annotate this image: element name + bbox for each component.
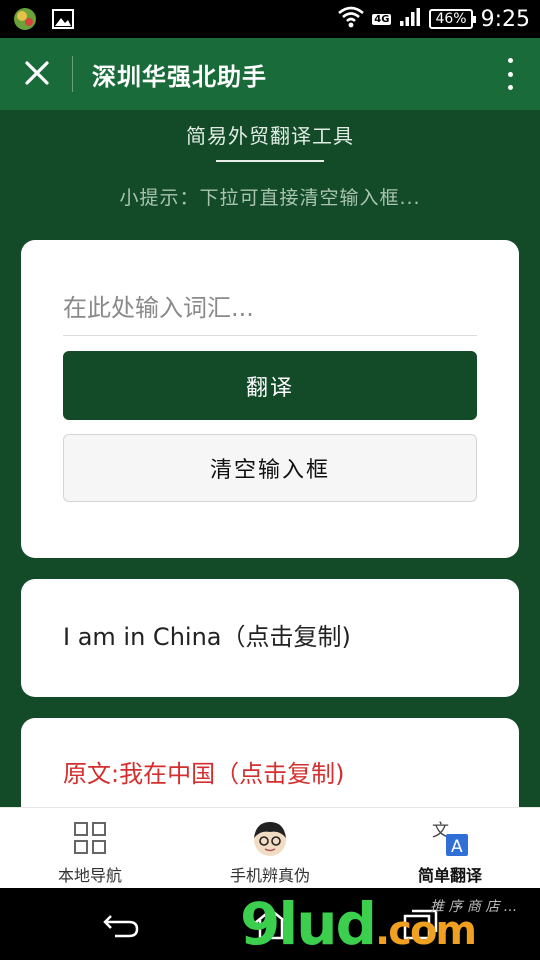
nav-item-phone-verify[interactable]: 手机辨真伪: [180, 808, 360, 888]
nav-item-local-navigation[interactable]: 本地导航: [0, 808, 180, 888]
original-text-card[interactable]: 原文:我在中国（点击复制): [21, 718, 519, 807]
word-input[interactable]: [63, 280, 477, 336]
more-dot: [507, 71, 513, 77]
svg-text:A: A: [451, 837, 463, 857]
nav-item-simple-translate[interactable]: 文A 简单翻译: [360, 808, 540, 888]
bottom-navigation: 本地导航 手机辨真伪 文A 简单翻译: [0, 807, 540, 888]
translate-icon: 文A: [430, 818, 470, 858]
back-button[interactable]: [96, 904, 146, 944]
nav-label-local-navigation: 本地导航: [57, 866, 122, 885]
signal-icon: [399, 7, 421, 31]
page-title: 深圳华强北助手: [92, 63, 267, 91]
face-avatar-icon: [250, 818, 290, 858]
tool-heading: 简易外贸翻译工具: [186, 124, 354, 148]
header-divider: [72, 56, 73, 92]
network-type-badge: 4G: [372, 13, 392, 25]
nav-label-simple-translate: 简单翻译: [417, 866, 482, 885]
app-header: 深圳华强北助手: [0, 38, 540, 110]
watermark-brand: 9lud: [240, 890, 377, 958]
more-options-button[interactable]: [498, 54, 522, 94]
status-notifications: [12, 6, 74, 36]
translation-result-text[interactable]: I am in China（点击复制): [63, 617, 351, 652]
main-content[interactable]: 简易外贸翻译工具 小提示：下拉可直接清空输入框... 翻译 清空输入框 I am…: [0, 110, 540, 807]
translate-button[interactable]: 翻译: [63, 351, 477, 420]
app-notification-icon: [12, 6, 38, 36]
tip-text: 小提示：下拉可直接清空输入框...: [119, 187, 421, 209]
watermark-caption: 推 序 商 店 ...: [430, 899, 518, 915]
status-indicators: 4G 46% 9:25: [338, 4, 530, 34]
wifi-icon: [338, 6, 365, 32]
nav-label-phone-verify: 手机辨真伪: [229, 866, 310, 885]
status-time: 9:25: [480, 6, 530, 32]
image-notification-icon: [52, 9, 74, 33]
clear-input-button[interactable]: 清空输入框: [63, 434, 477, 502]
grid-icon: [70, 818, 110, 858]
heading-underline: [216, 160, 324, 162]
more-vertical-icon: [507, 58, 513, 63]
battery-indicator: 46%: [429, 9, 476, 29]
status-bar: 4G 46% 9:25: [0, 0, 540, 38]
back-icon: [103, 915, 139, 938]
close-button[interactable]: [14, 50, 60, 96]
input-card: 翻译 清空输入框: [21, 240, 519, 558]
close-icon: [25, 61, 49, 85]
translation-result-card[interactable]: I am in China（点击复制): [21, 579, 519, 697]
original-text[interactable]: 原文:我在中国（点击复制): [63, 754, 344, 789]
more-dot: [507, 85, 513, 90]
